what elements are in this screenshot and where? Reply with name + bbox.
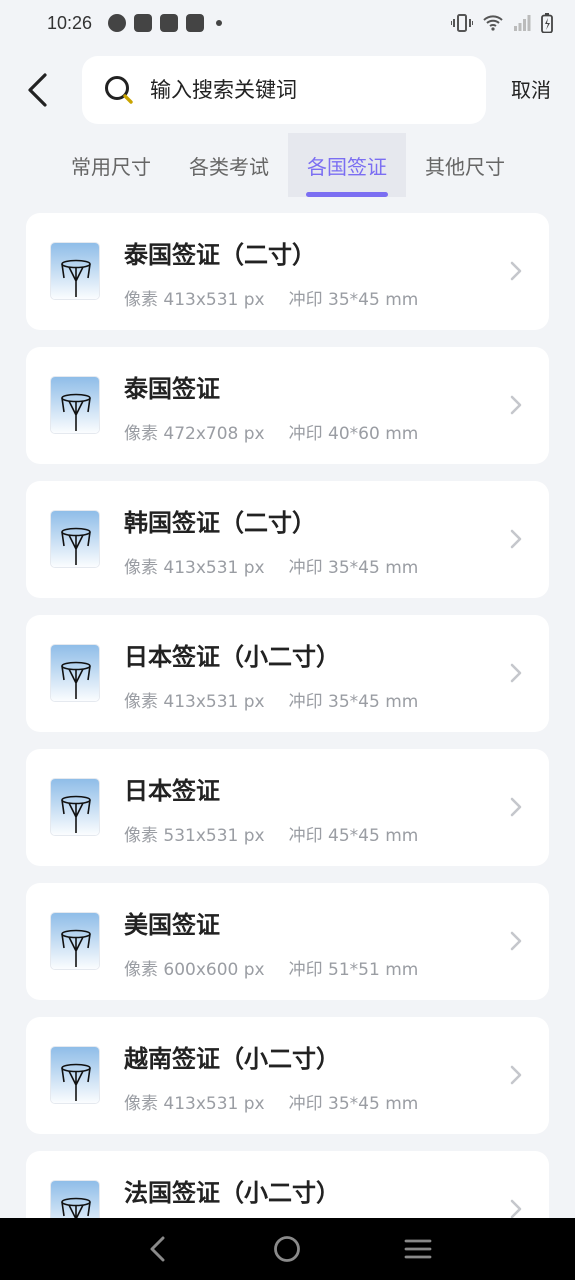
list-item[interactable]: 泰国签证 像素 472x708 px 冲印 40*60 mm bbox=[26, 347, 549, 464]
item-title: 美国签证 bbox=[124, 911, 220, 939]
wifi-icon bbox=[483, 15, 503, 31]
tab-other-sizes[interactable]: 其他尺寸 bbox=[406, 133, 524, 197]
tab-label: 其他尺寸 bbox=[425, 154, 505, 179]
item-pixels: 像素 413x531 px bbox=[124, 692, 265, 712]
item-pixels: 像素 413x531 px bbox=[124, 290, 265, 310]
menu-nav-icon bbox=[404, 1239, 432, 1259]
item-print-size: 冲印 35*45 mm bbox=[288, 558, 419, 578]
tab-label: 各类考试 bbox=[189, 154, 269, 179]
chevron-right-icon bbox=[510, 797, 522, 817]
tab-label: 各国签证 bbox=[307, 154, 387, 179]
tab-exams[interactable]: 各类考试 bbox=[170, 133, 288, 197]
item-meta: 像素 472x708 px 冲印 40*60 mm bbox=[124, 419, 418, 444]
umbrella-photo-icon bbox=[50, 1046, 100, 1104]
tab-visas[interactable]: 各国签证 bbox=[288, 133, 406, 197]
item-meta: 像素 531x531 px 冲印 45*45 mm bbox=[124, 821, 418, 846]
item-title: 泰国签证 bbox=[124, 375, 220, 403]
item-title: 泰国签证（二寸） bbox=[124, 241, 316, 269]
back-button[interactable] bbox=[14, 66, 60, 114]
item-pixels: 像素 600x600 px bbox=[124, 960, 265, 980]
home-nav-icon bbox=[274, 1236, 301, 1262]
header: 取消 bbox=[0, 56, 575, 124]
chevron-right-icon bbox=[510, 395, 522, 415]
status-time: 10:26 bbox=[47, 12, 93, 33]
list-item[interactable]: 韩国签证（二寸） 像素 413x531 px 冲印 35*45 mm bbox=[26, 481, 549, 598]
item-print-size: 冲印 35*45 mm bbox=[288, 290, 419, 310]
nav-home-button[interactable] bbox=[267, 1229, 307, 1269]
signal-icon bbox=[514, 15, 531, 31]
tab-label: 常用尺寸 bbox=[71, 154, 151, 179]
speedometer-icon bbox=[108, 14, 127, 32]
item-title: 法国签证（小二寸） bbox=[124, 1179, 340, 1207]
item-meta: 像素 413x531 px 冲印 35*45 mm bbox=[124, 1089, 418, 1114]
chevron-right-icon bbox=[510, 1199, 522, 1219]
chevron-right-icon bbox=[510, 931, 522, 951]
item-print-size: 冲印 51*51 mm bbox=[288, 960, 419, 980]
chevron-right-icon bbox=[510, 663, 522, 683]
umbrella-photo-icon bbox=[50, 242, 100, 300]
umbrella-photo-icon bbox=[50, 778, 100, 836]
item-meta: 像素 413x531 px 冲印 35*45 mm bbox=[124, 687, 418, 712]
visa-size-list: 泰国签证（二寸） 像素 413x531 px 冲印 35*45 mm 泰国签证 bbox=[26, 213, 549, 1280]
item-title: 韩国签证（二寸） bbox=[124, 509, 316, 537]
system-nav-bar bbox=[0, 1218, 575, 1280]
chevron-right-icon bbox=[510, 261, 522, 281]
umbrella-photo-icon bbox=[50, 376, 100, 434]
list-item[interactable]: 泰国签证（二寸） 像素 413x531 px 冲印 35*45 mm bbox=[26, 213, 549, 330]
umbrella-photo-icon bbox=[50, 912, 100, 970]
status-bar: 10:26 bbox=[0, 0, 575, 46]
search-input[interactable] bbox=[150, 78, 450, 102]
item-title: 日本签证（小二寸） bbox=[124, 643, 340, 671]
item-title: 日本签证 bbox=[124, 777, 220, 805]
item-meta: 像素 413x531 px 冲印 35*45 mm bbox=[124, 285, 418, 310]
mail-icon bbox=[186, 14, 205, 32]
vibrate-icon bbox=[451, 14, 473, 32]
list-item[interactable]: 日本签证（小二寸） 像素 413x531 px 冲印 35*45 mm bbox=[26, 615, 549, 732]
item-pixels: 像素 472x708 px bbox=[124, 424, 265, 444]
search-icon bbox=[104, 75, 134, 105]
item-meta: 像素 600x600 px 冲印 51*51 mm bbox=[124, 955, 418, 980]
list-item[interactable]: 美国签证 像素 600x600 px 冲印 51*51 mm bbox=[26, 883, 549, 1000]
mail-icon bbox=[160, 14, 179, 32]
more-notifications-icon bbox=[216, 20, 223, 26]
nav-back-button[interactable] bbox=[137, 1229, 177, 1269]
umbrella-photo-icon bbox=[50, 644, 100, 702]
chevron-left-icon bbox=[28, 73, 47, 107]
umbrella-photo-icon bbox=[50, 510, 100, 568]
item-print-size: 冲印 40*60 mm bbox=[288, 424, 419, 444]
item-print-size: 冲印 45*45 mm bbox=[288, 826, 419, 846]
nav-menu-button[interactable] bbox=[398, 1229, 438, 1269]
category-tabs: 常用尺寸 各类考试 各国签证 其他尺寸 bbox=[52, 133, 524, 197]
list-item[interactable]: 越南签证（小二寸） 像素 413x531 px 冲印 35*45 mm bbox=[26, 1017, 549, 1134]
back-nav-icon bbox=[150, 1236, 165, 1262]
list-item[interactable]: 日本签证 像素 531x531 px 冲印 45*45 mm bbox=[26, 749, 549, 866]
item-meta: 像素 413x531 px 冲印 35*45 mm bbox=[124, 553, 418, 578]
system-icons bbox=[451, 13, 553, 33]
cancel-button[interactable]: 取消 bbox=[511, 74, 551, 103]
notification-icons bbox=[108, 14, 223, 32]
search-box[interactable] bbox=[82, 56, 486, 124]
active-tab-indicator bbox=[306, 192, 388, 197]
battery-charging-icon bbox=[541, 13, 553, 33]
item-print-size: 冲印 35*45 mm bbox=[288, 692, 419, 712]
item-print-size: 冲印 35*45 mm bbox=[288, 1094, 419, 1114]
item-pixels: 像素 413x531 px bbox=[124, 558, 265, 578]
chevron-right-icon bbox=[510, 529, 522, 549]
item-pixels: 像素 531x531 px bbox=[124, 826, 265, 846]
tab-common-sizes[interactable]: 常用尺寸 bbox=[52, 133, 170, 197]
item-title: 越南签证（小二寸） bbox=[124, 1045, 340, 1073]
item-pixels: 像素 413x531 px bbox=[124, 1094, 265, 1114]
chevron-right-icon bbox=[510, 1065, 522, 1085]
mail-icon bbox=[134, 14, 153, 32]
